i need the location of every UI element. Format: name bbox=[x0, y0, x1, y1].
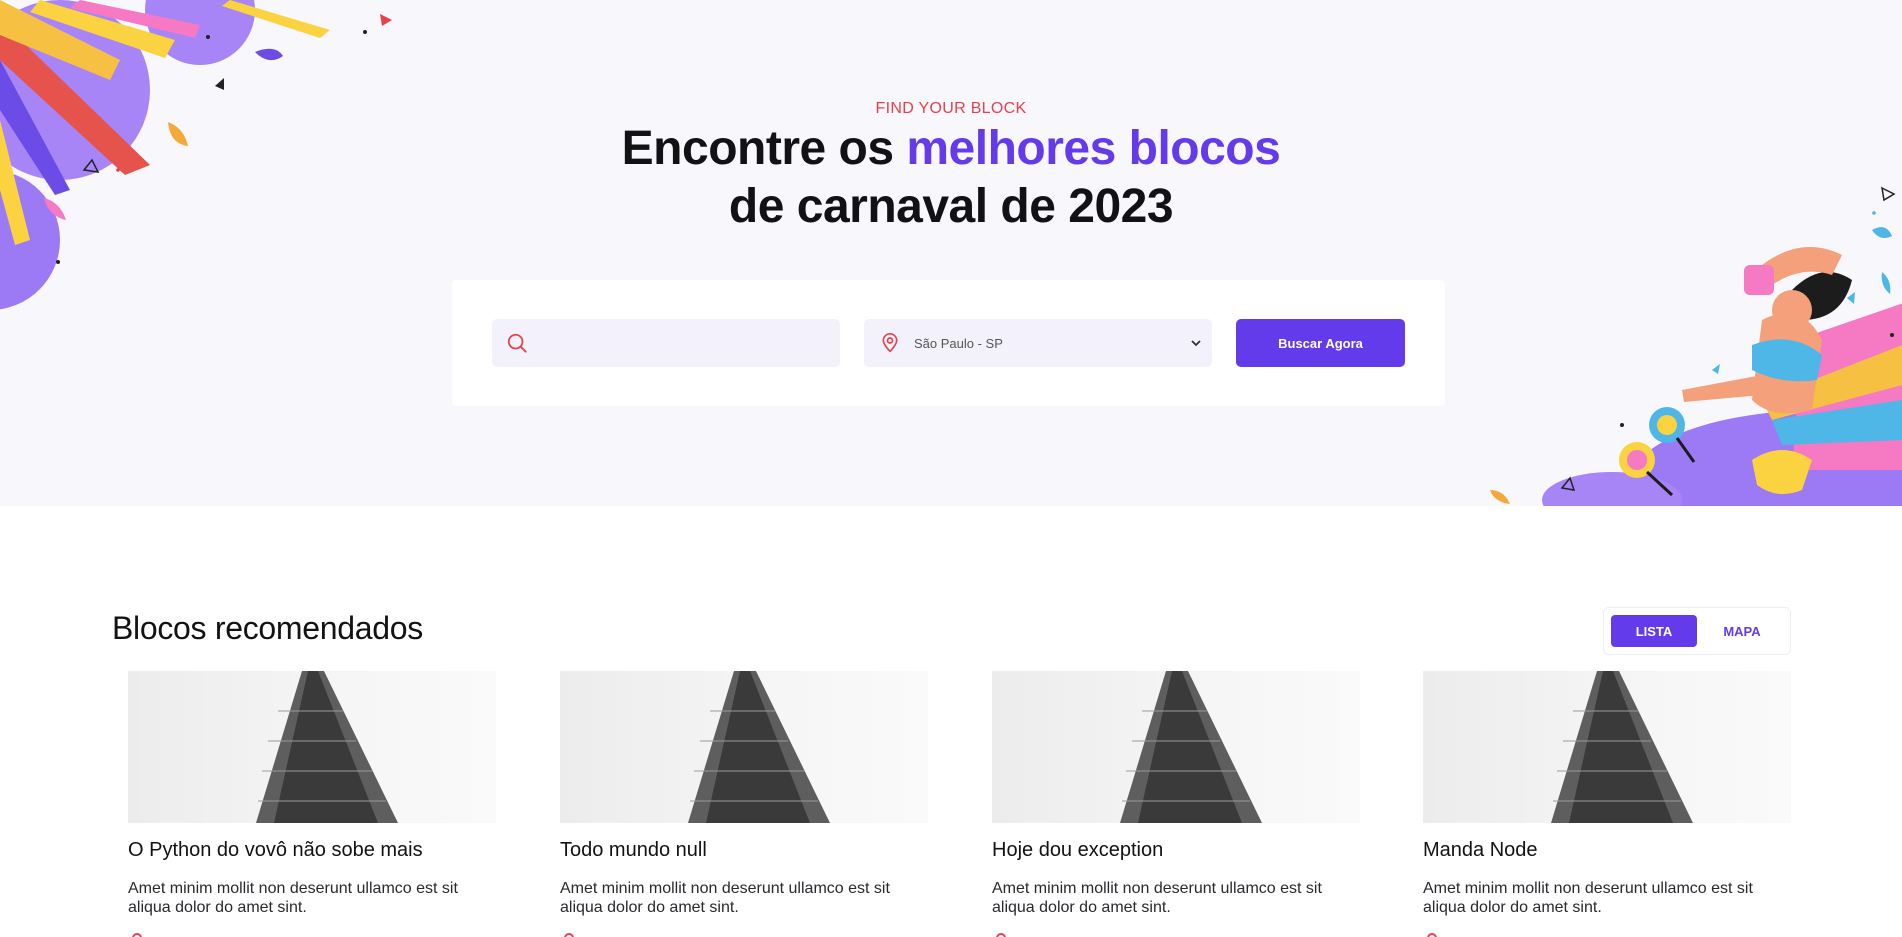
card-description: Amet minim mollit non deserunt ullamco e… bbox=[1423, 880, 1753, 916]
page-headline: Encontre os melhores blocos de carnaval … bbox=[0, 120, 1902, 236]
headline-accent: melhores blocos bbox=[906, 122, 1281, 175]
hero-section: FIND YOUR BLOCK Encontre os melhores blo… bbox=[0, 0, 1902, 506]
location-select[interactable]: São Paulo - SP bbox=[864, 319, 1212, 367]
block-card[interactable]: Hoje dou exception Amet minim mollit non… bbox=[992, 671, 1360, 937]
location-selected-value: São Paulo - SP bbox=[914, 335, 1003, 351]
block-card[interactable]: O Python do vovô não sobe mais Amet mini… bbox=[128, 671, 496, 937]
card-description: Amet minim mollit non deserunt ullamco e… bbox=[128, 880, 458, 916]
location-icon bbox=[1427, 933, 1437, 937]
headline-line-2: de carnaval de 2023 bbox=[728, 180, 1174, 233]
card-image bbox=[992, 671, 1360, 823]
card-image bbox=[1423, 671, 1791, 823]
card-title: Todo mundo null bbox=[560, 839, 707, 861]
view-toggle: LISTA MAPA bbox=[1603, 607, 1791, 655]
card-image bbox=[128, 671, 496, 823]
location-icon bbox=[564, 933, 574, 937]
block-card[interactable]: Manda Node Amet minim mollit non deserun… bbox=[1423, 671, 1791, 937]
eyebrow-label: FIND YOUR BLOCK bbox=[875, 100, 1027, 117]
card-title: O Python do vovô não sobe mais bbox=[128, 839, 423, 861]
card-image bbox=[560, 671, 928, 823]
search-button[interactable]: Buscar Agora bbox=[1236, 319, 1405, 367]
map-pin-icon bbox=[882, 333, 898, 353]
headline-part-1: Encontre os bbox=[621, 122, 907, 175]
location-icon bbox=[996, 933, 1006, 937]
card-title: Manda Node bbox=[1423, 839, 1538, 861]
chevron-down-icon bbox=[1191, 340, 1201, 347]
card-title: Hoje dou exception bbox=[992, 839, 1164, 861]
card-description: Amet minim mollit non deserunt ullamco e… bbox=[560, 880, 890, 916]
location-icon bbox=[132, 933, 142, 937]
search-panel: São Paulo - SP Buscar Agora bbox=[452, 280, 1445, 406]
card-description: Amet minim mollit non deserunt ullamco e… bbox=[992, 880, 1322, 916]
toggle-map-button[interactable]: MAPA bbox=[1699, 615, 1785, 647]
block-card[interactable]: Todo mundo null Amet minim mollit non de… bbox=[560, 671, 928, 937]
search-field[interactable] bbox=[492, 319, 840, 367]
search-input[interactable] bbox=[540, 328, 830, 358]
cards-grid: O Python do vovô não sobe mais Amet mini… bbox=[128, 671, 1791, 937]
toggle-list-button[interactable]: LISTA bbox=[1611, 615, 1697, 647]
search-icon bbox=[507, 333, 527, 353]
section-title: Blocos recomendados bbox=[112, 610, 423, 646]
